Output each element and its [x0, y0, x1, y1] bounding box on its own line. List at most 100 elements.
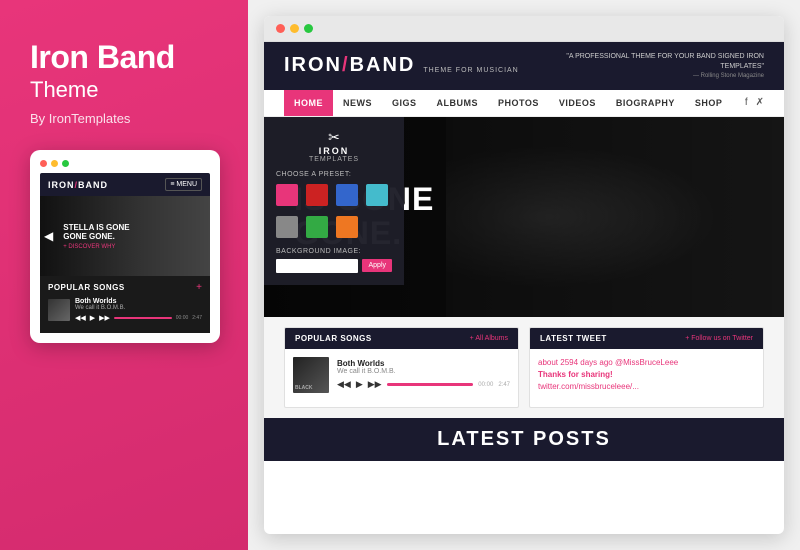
facebook-icon[interactable]: f	[745, 97, 748, 108]
nav-item-photos[interactable]: PHOTOS	[488, 90, 549, 116]
tweet-link[interactable]: twitter.com/missbruceleee/...	[538, 382, 639, 391]
song-info: Both Worlds We call it B.O.M.B. ◀◀ ▶ ▶▶ …	[337, 359, 510, 390]
browser-titlebar	[264, 16, 784, 42]
swatch-blue[interactable]	[336, 184, 358, 206]
mobile-header: IRON/BAND ≡ MENU	[40, 173, 210, 196]
product-subtitle: Theme	[30, 77, 218, 103]
site-hero: IS GONE GONE. ✂ IRON TEMPLATES CHOOSE A …	[264, 117, 784, 317]
mobile-song-row: Both Worlds We call it B.O.M.B. ◀◀ ▶ ▶▶ …	[48, 298, 202, 322]
site-bottom-sections: POPULAR SONGS + All Albums BLACK Both Wo…	[264, 317, 784, 418]
preset-logo-icon: ✂	[276, 129, 392, 146]
mobile-songs-plus[interactable]: +	[196, 282, 202, 293]
latest-tweet-header: LATEST TWEET + Follow us on Twitter	[530, 328, 763, 349]
browser-dot-red	[276, 24, 285, 33]
next-btn[interactable]: ▶▶	[368, 379, 382, 390]
browser-window: IRON/BAND THEME FOR MUSICIAN "A PROFESSI…	[264, 16, 784, 534]
mobile-headline: STELLA IS GONE GONE GONE.	[63, 223, 204, 242]
mobile-prev-btn[interactable]: ◀◀	[75, 314, 86, 322]
player-row: ◀◀ ▶ ▶▶ 00:00 2:47	[337, 379, 510, 390]
swatch-red[interactable]	[306, 184, 328, 206]
dot-red	[40, 160, 47, 167]
mobile-song-name: Both Worlds	[75, 298, 202, 305]
follow-twitter-link[interactable]: + Follow us on Twitter	[685, 335, 753, 342]
mobile-play-btn[interactable]: ▶	[90, 314, 95, 322]
bg-image-label: BACKGROUND IMAGE:	[276, 248, 392, 255]
preset-logo-subtext: TEMPLATES	[276, 156, 392, 163]
song-name: Both Worlds	[337, 359, 510, 368]
nav-item-albums[interactable]: ALBUMS	[427, 90, 489, 116]
time-end: 2:47	[498, 382, 510, 388]
product-title: Iron Band	[30, 40, 218, 75]
bg-image-row: Apply	[276, 259, 392, 273]
twitter-icon[interactable]: ✗	[756, 97, 764, 108]
mobile-songs-section: POPULAR SONGS + Both Worlds We call it B…	[40, 276, 210, 333]
apply-button[interactable]: Apply	[362, 259, 392, 272]
popular-songs-header: POPULAR SONGS + All Albums	[285, 328, 518, 349]
swatch-cyan[interactable]	[366, 184, 388, 206]
song-row: BLACK Both Worlds We call it B.O.M.B. ◀◀…	[293, 357, 510, 393]
site-tagline: THEME FOR MUSICIAN	[423, 67, 518, 74]
site-header: IRON/BAND THEME FOR MUSICIAN "A PROFESSI…	[264, 42, 784, 90]
preset-logo: ✂ IRON TEMPLATES	[276, 129, 392, 163]
latest-tweet-body: about 2594 days ago @MissBruceLeee Thank…	[530, 349, 763, 405]
swatch-pink[interactable]	[276, 184, 298, 206]
preset-choose-label: CHOOSE A PRESET:	[276, 171, 392, 178]
mobile-discover-link[interactable]: + DISCOVER WHY	[63, 244, 204, 250]
mobile-prev-arrow[interactable]: ◀	[40, 229, 57, 243]
mobile-time-end: 2:47	[192, 315, 202, 321]
mobile-player-controls: ◀◀ ▶ ▶▶ 00:00 2:47	[75, 314, 202, 322]
bg-image-input[interactable]	[276, 259, 358, 273]
swatch-orange[interactable]	[336, 216, 358, 238]
tweet-handle[interactable]: @MissBruceLeee	[615, 358, 678, 367]
popular-songs-title: POPULAR SONGS	[295, 334, 372, 343]
product-author: By IronTemplates	[30, 111, 218, 126]
nav-items: HOME NEWS GIGS ALBUMS PHOTOS VIDEOS BIOG…	[284, 90, 732, 116]
browser-dot-yellow	[290, 24, 299, 33]
left-panel: Iron Band Theme By IronTemplates IRON/BA…	[0, 0, 248, 550]
time-start: 00:00	[478, 382, 493, 388]
site-nav: HOME NEWS GIGS ALBUMS PHOTOS VIDEOS BIOG…	[264, 90, 784, 117]
popular-songs-body: BLACK Both Worlds We call it B.O.M.B. ◀◀…	[285, 349, 518, 407]
mobile-song-info: Both Worlds We call it B.O.M.B. ◀◀ ▶ ▶▶ …	[75, 298, 202, 322]
nav-item-gigs[interactable]: GIGS	[382, 90, 427, 116]
nav-item-home[interactable]: HOME	[284, 90, 333, 116]
swatch-green[interactable]	[306, 216, 328, 238]
prev-btn[interactable]: ◀◀	[337, 379, 351, 390]
nav-item-biography[interactable]: BIOGRAPHY	[606, 90, 685, 116]
nav-item-shop[interactable]: SHOP	[685, 90, 733, 116]
mobile-next-btn[interactable]: ▶▶	[99, 314, 110, 322]
mobile-logo: IRON/BAND	[48, 180, 108, 190]
browser-content: IRON/BAND THEME FOR MUSICIAN "A PROFESSI…	[264, 42, 784, 534]
tweet-text: about 2594 days ago @MissBruceLeee Thank…	[538, 357, 755, 393]
mobile-hero: ◀ STELLA IS GONE GONE GONE. + DISCOVER W…	[40, 196, 210, 276]
mobile-preview: IRON/BAND ≡ MENU ◀ STELLA IS GONE GONE G…	[30, 150, 220, 343]
mobile-song-thumbnail	[48, 299, 70, 321]
dot-green	[62, 160, 69, 167]
browser-dot-green	[304, 24, 313, 33]
mobile-progress-bar	[114, 317, 172, 319]
nav-item-videos[interactable]: VIDEOS	[549, 90, 606, 116]
latest-tweet-title: LATEST TWEET	[540, 334, 607, 343]
dot-yellow	[51, 160, 58, 167]
mobile-menu-button[interactable]: ≡ MENU	[165, 178, 202, 191]
preset-logo-text: IRON	[276, 146, 392, 156]
mobile-song-subtitle: We call it B.O.M.B.	[75, 305, 202, 311]
site-logo: IRON/BAND	[284, 54, 415, 77]
mobile-hero-text: STELLA IS GONE GONE GONE. + DISCOVER WHY	[57, 217, 210, 256]
latest-posts-title: LATEST POSTS	[284, 428, 764, 451]
latest-posts-banner: LATEST POSTS	[264, 418, 784, 461]
player-progress	[387, 383, 474, 386]
play-btn[interactable]: ▶	[356, 379, 363, 390]
tweet-message: Thanks for sharing!	[538, 370, 613, 379]
latest-tweet-section: LATEST TWEET + Follow us on Twitter abou…	[529, 327, 764, 408]
all-albums-link[interactable]: + All Albums	[470, 335, 508, 342]
song-subtitle: We call it B.O.M.B.	[337, 368, 510, 375]
mobile-songs-title: POPULAR SONGS	[48, 283, 125, 292]
preset-swatches-row1	[276, 184, 392, 206]
preset-swatches-row2	[276, 216, 392, 238]
nav-item-news[interactable]: NEWS	[333, 90, 382, 116]
song-thumbnail: BLACK	[293, 357, 329, 393]
right-panel: IRON/BAND THEME FOR MUSICIAN "A PROFESSI…	[248, 0, 800, 550]
preset-panel: ✂ IRON TEMPLATES CHOOSE A PRESET:	[264, 117, 404, 285]
swatch-gray[interactable]	[276, 216, 298, 238]
